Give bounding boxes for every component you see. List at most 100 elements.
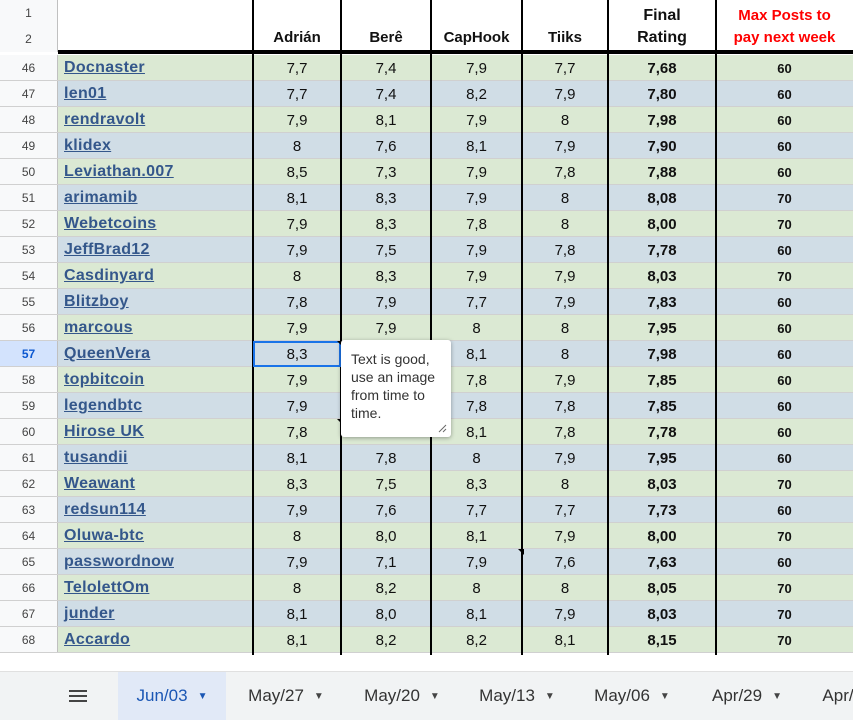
header-bere[interactable]: Berê <box>341 0 431 52</box>
tiiks-cell[interactable]: 7,7 <box>522 55 608 81</box>
chevron-down-icon[interactable]: ▼ <box>660 691 670 702</box>
sheet-tab[interactable]: May/06 ▼ <box>577 672 687 720</box>
resize-handle-icon[interactable] <box>438 424 447 433</box>
name-cell[interactable]: Accardo <box>58 627 253 653</box>
caphook-cell[interactable]: 8,2 <box>431 627 522 653</box>
name-cell[interactable]: klidex <box>58 133 253 159</box>
row-number[interactable]: 51 <box>0 185 58 211</box>
bere-cell[interactable]: 7,9 <box>341 315 431 341</box>
adrian-cell[interactable]: 7,9 <box>253 497 341 523</box>
caphook-cell[interactable]: 7,9 <box>431 549 522 575</box>
name-cell[interactable]: junder <box>58 601 253 627</box>
row-number[interactable]: 47 <box>0 81 58 107</box>
max-posts-cell[interactable]: 60 <box>716 315 853 341</box>
tiiks-cell[interactable]: 7,8 <box>522 419 608 445</box>
max-posts-cell[interactable]: 70 <box>716 601 853 627</box>
caphook-cell[interactable]: 7,9 <box>431 107 522 133</box>
adrian-cell[interactable]: 8 <box>253 263 341 289</box>
final-rating-cell[interactable]: 7,63 <box>608 549 716 575</box>
row-number[interactable]: 62 <box>0 471 58 497</box>
adrian-cell[interactable]: 7,9 <box>253 549 341 575</box>
final-rating-cell[interactable]: 8,03 <box>608 601 716 627</box>
tiiks-cell[interactable]: 7,7 <box>522 497 608 523</box>
name-cell[interactable]: Oluwa-btc <box>58 523 253 549</box>
tiiks-cell[interactable]: 8 <box>522 185 608 211</box>
caphook-cell[interactable]: 7,9 <box>431 263 522 289</box>
row-number[interactable]: 50 <box>0 159 58 185</box>
adrian-cell[interactable]: 7,9 <box>253 107 341 133</box>
max-posts-cell[interactable]: 70 <box>716 185 853 211</box>
row-number[interactable]: 68 <box>0 627 58 653</box>
bere-cell[interactable]: 7,4 <box>341 81 431 107</box>
name-cell[interactable]: TelolettOm <box>58 575 253 601</box>
row-number[interactable]: 61 <box>0 445 58 471</box>
tiiks-cell[interactable]: 7,8 <box>522 237 608 263</box>
name-cell[interactable]: marcous <box>58 315 253 341</box>
row-number[interactable]: 66 <box>0 575 58 601</box>
final-rating-cell[interactable]: 8,08 <box>608 185 716 211</box>
name-cell[interactable]: JeffBrad12 <box>58 237 253 263</box>
tiiks-cell[interactable]: 8 <box>522 341 608 367</box>
bere-cell[interactable]: 7,5 <box>341 471 431 497</box>
name-cell[interactable]: Leviathan.007 <box>58 159 253 185</box>
row-number[interactable]: 49 <box>0 133 58 159</box>
header-tiiks[interactable]: Tiiks <box>522 0 608 52</box>
row-number[interactable]: 60 <box>0 419 58 445</box>
row-number-1[interactable]: 1 <box>0 0 58 26</box>
all-sheets-menu-icon[interactable] <box>58 672 98 720</box>
adrian-cell[interactable]: 8 <box>253 523 341 549</box>
sheet-tab[interactable]: May/27 ▼ <box>232 672 340 720</box>
caphook-cell[interactable]: 8 <box>431 445 522 471</box>
bere-cell[interactable]: 7,9 <box>341 289 431 315</box>
adrian-cell[interactable]: 8,1 <box>253 445 341 471</box>
chevron-down-icon[interactable]: ▼ <box>430 691 440 702</box>
adrian-cell[interactable]: 7,7 <box>253 55 341 81</box>
name-cell[interactable]: Webetcoins <box>58 211 253 237</box>
final-rating-cell[interactable]: 8,00 <box>608 523 716 549</box>
final-rating-cell[interactable]: 7,73 <box>608 497 716 523</box>
bere-cell[interactable]: 7,1 <box>341 549 431 575</box>
header-adrian[interactable]: Adrián <box>253 0 341 52</box>
adrian-cell[interactable]: 7,9 <box>253 393 341 419</box>
header-final-rating[interactable]: Final Rating <box>608 0 716 52</box>
row-number[interactable]: 59 <box>0 393 58 419</box>
max-posts-cell[interactable]: 70 <box>716 523 853 549</box>
max-posts-cell[interactable]: 70 <box>716 471 853 497</box>
max-posts-cell[interactable]: 60 <box>716 393 853 419</box>
caphook-cell[interactable]: 8,1 <box>431 133 522 159</box>
name-cell[interactable]: Blitzboy <box>58 289 253 315</box>
header-max-posts[interactable]: Max Posts to pay next week <box>716 0 853 52</box>
row-number[interactable]: 64 <box>0 523 58 549</box>
tiiks-cell[interactable]: 7,9 <box>522 445 608 471</box>
row-number[interactable]: 57 <box>0 341 58 367</box>
max-posts-cell[interactable]: 70 <box>716 211 853 237</box>
row-number[interactable]: 65 <box>0 549 58 575</box>
max-posts-cell[interactable]: 60 <box>716 159 853 185</box>
row-number[interactable]: 53 <box>0 237 58 263</box>
chevron-down-icon[interactable]: ▼ <box>545 691 555 702</box>
max-posts-cell[interactable]: 60 <box>716 289 853 315</box>
adrian-cell[interactable]: 8,1 <box>253 627 341 653</box>
bere-cell[interactable]: 7,8 <box>341 445 431 471</box>
adrian-cell[interactable]: 8,3 <box>253 471 341 497</box>
adrian-cell[interactable]: 7,8 <box>253 289 341 315</box>
bere-cell[interactable]: 7,5 <box>341 237 431 263</box>
sheet-tab[interactable]: May/20 ▼ <box>347 672 457 720</box>
final-rating-cell[interactable]: 8,03 <box>608 471 716 497</box>
max-posts-cell[interactable]: 60 <box>716 133 853 159</box>
chevron-down-icon[interactable]: ▼ <box>198 691 208 702</box>
caphook-cell[interactable]: 8,3 <box>431 471 522 497</box>
name-cell[interactable]: Hirose UK <box>58 419 253 445</box>
max-posts-cell[interactable]: 60 <box>716 107 853 133</box>
bere-cell[interactable]: 7,4 <box>341 55 431 81</box>
bere-cell[interactable]: 8,3 <box>341 211 431 237</box>
final-rating-cell[interactable]: 7,98 <box>608 341 716 367</box>
adrian-cell[interactable]: 8,1 <box>253 601 341 627</box>
bere-cell[interactable]: 7,6 <box>341 497 431 523</box>
caphook-cell[interactable]: 8,1 <box>431 523 522 549</box>
name-cell[interactable]: Casdinyard <box>58 263 253 289</box>
max-posts-cell[interactable]: 70 <box>716 575 853 601</box>
tiiks-cell[interactable]: 7,6 <box>522 549 608 575</box>
name-cell[interactable]: arimamib <box>58 185 253 211</box>
final-rating-cell[interactable]: 7,78 <box>608 419 716 445</box>
